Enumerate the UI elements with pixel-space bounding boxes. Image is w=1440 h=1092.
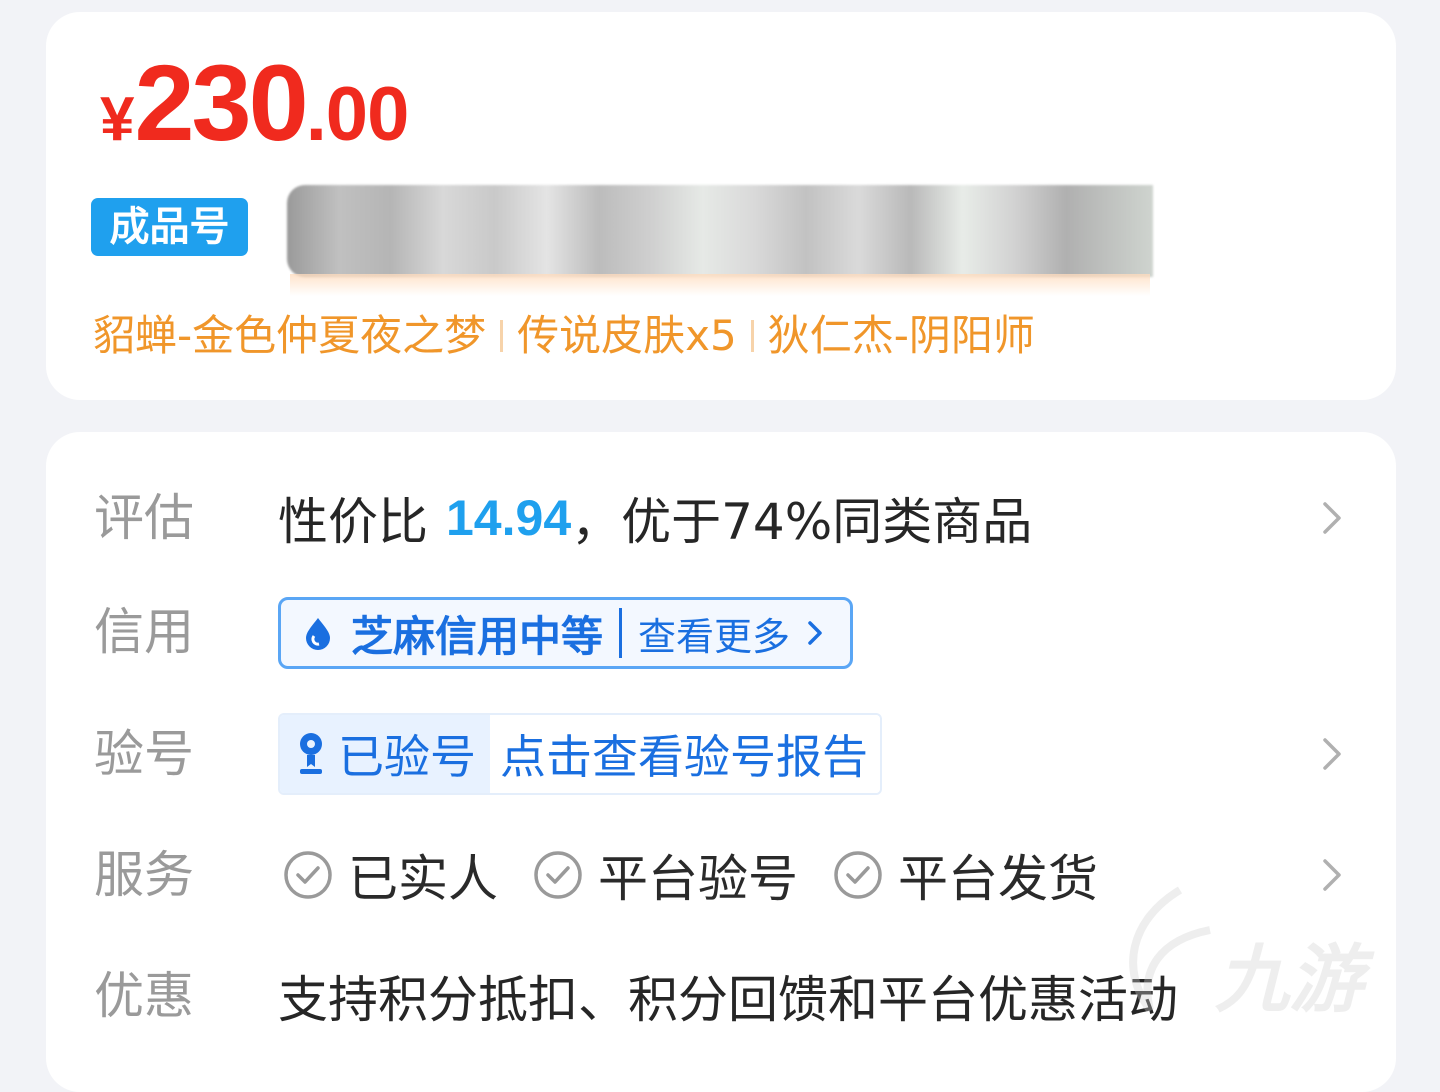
watermark-swirl-icon <box>1129 886 1211 1013</box>
blurred-title <box>287 185 1153 277</box>
service-label: 平台验号 <box>598 850 798 908</box>
row-label: 验号 <box>94 725 194 783</box>
currency-symbol: ¥ <box>100 85 135 154</box>
row-verify[interactable]: 验号 已验号 点击查看验号报告 <box>46 704 1396 804</box>
tag-item: 狄仁杰-阴阳师 <box>767 311 1035 360</box>
service-item: 平台发货 <box>832 839 1098 911</box>
credit-content: 芝麻信用中等 查看更多 <box>278 582 854 682</box>
tag-separator <box>500 319 504 352</box>
evaluate-prefix: 性价比 <box>278 493 428 551</box>
finished-account-badge: 成品号 <box>91 198 248 256</box>
credit-button[interactable]: 芝麻信用中等 查看更多 <box>278 597 854 669</box>
watermark-text: 九游 <box>1215 937 1363 1023</box>
check-circle-icon <box>534 851 582 899</box>
row-label: 评估 <box>94 489 194 547</box>
service-item: 平台验号 <box>532 839 798 911</box>
verified-person-icon <box>300 733 322 774</box>
verified-label: 已验号 <box>338 730 476 784</box>
credit-more-link[interactable]: 查看更多 <box>638 606 790 661</box>
discount-content: 支持积分抵扣、积分回馈和平台优惠活动 <box>278 946 1178 1046</box>
credit-divider <box>619 608 623 658</box>
evaluate-suffix: ，优于74%同类商品 <box>571 493 1033 551</box>
verify-report-link[interactable]: 点击查看验号报告 <box>490 715 880 793</box>
row-label: 信用 <box>94 603 194 661</box>
check-circle-icon <box>284 851 332 899</box>
blurred-title-shadow <box>290 274 1150 296</box>
row-label: 优惠 <box>94 967 194 1025</box>
chevron-right-icon <box>808 621 822 645</box>
verify-content: 已验号 点击查看验号报告 <box>278 704 882 804</box>
service-content: 已实人 平台验号 平台发货 <box>282 825 1132 925</box>
verify-report-button[interactable]: 已验号 点击查看验号报告 <box>278 713 882 795</box>
watermark-logo: 九游 <box>1110 880 1410 1030</box>
tag-separator <box>750 319 754 352</box>
price: ¥230.00 <box>100 40 410 165</box>
chevron-right-icon[interactable] <box>1312 498 1352 538</box>
discount-text: 支持积分抵扣、积分回馈和平台优惠活动 <box>278 971 1178 1029</box>
chevron-right-icon[interactable] <box>1312 734 1352 774</box>
tag-item: 貂蝉-金色仲夏夜之梦 <box>93 311 487 360</box>
sesame-credit-icon <box>306 618 330 650</box>
skin-tags: 貂蝉-金色仲夏夜之梦 传说皮肤x5 狄仁杰-阴阳师 <box>93 302 1035 363</box>
price-integer: 230 <box>134 42 308 163</box>
verified-badge: 已验号 <box>280 715 490 793</box>
row-evaluate[interactable]: 评估 性价比 14.94 ，优于74%同类商品 <box>46 468 1396 568</box>
tag-item: 传说皮肤x5 <box>517 311 737 360</box>
service-item: 已实人 <box>282 839 498 911</box>
service-label: 已实人 <box>348 850 498 908</box>
service-label: 平台发货 <box>898 850 1098 908</box>
value-score: 14.94 <box>446 490 572 546</box>
row-label: 服务 <box>94 846 194 904</box>
price-decimal: .00 <box>305 72 410 157</box>
credit-level: 芝麻信用中等 <box>351 611 604 661</box>
evaluate-content: 性价比 14.94 ，优于74%同类商品 <box>278 468 1032 568</box>
check-circle-icon <box>834 851 882 899</box>
row-credit: 信用 芝麻信用中等 查看更多 <box>46 582 1396 682</box>
